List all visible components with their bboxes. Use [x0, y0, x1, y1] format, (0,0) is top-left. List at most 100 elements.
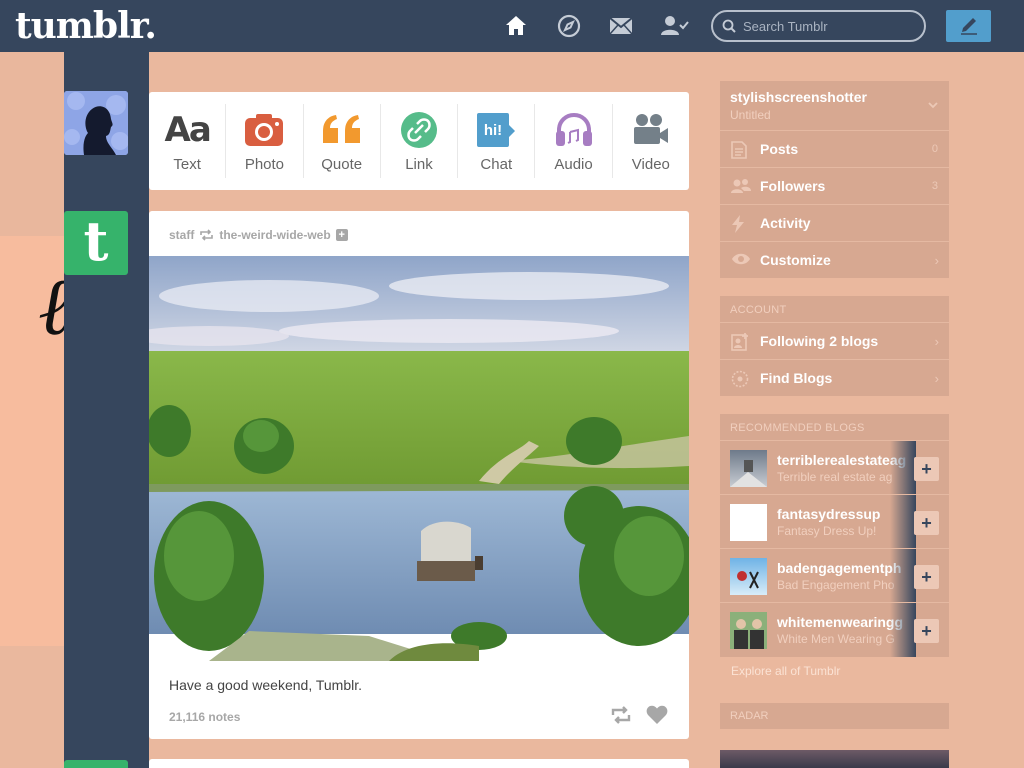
sidebar-item-followers[interactable]: Followers 3 — [720, 167, 949, 204]
follow-plus-icon[interactable]: + — [335, 229, 348, 241]
compose-button[interactable] — [946, 10, 991, 42]
sidebar-item-label: Activity — [760, 215, 811, 231]
chat-icon: hi! — [458, 108, 534, 152]
account-icon[interactable] — [660, 13, 689, 39]
chevron-right-icon: › — [934, 371, 939, 386]
eye-icon — [731, 252, 751, 271]
post-type-chat[interactable]: hi! Chat — [458, 104, 536, 178]
follow-button[interactable]: + — [914, 511, 939, 535]
account-heading: ACCOUNT — [730, 304, 787, 316]
recommended-blog-row[interactable]: whitemenwearingg White Men Wearing G + — [720, 602, 949, 657]
radar-heading: RADAR — [720, 703, 949, 729]
post-type-video[interactable]: Video — [613, 104, 689, 178]
search-icon — [722, 19, 736, 38]
sidebar-item-label: Followers — [760, 178, 826, 194]
search-input[interactable] — [743, 17, 913, 35]
follow-button[interactable]: + — [914, 619, 939, 643]
radar-image[interactable] — [720, 750, 949, 768]
inbox-icon[interactable] — [608, 13, 634, 39]
sidebar-item-find-blogs[interactable]: Find Blogs › — [720, 359, 949, 396]
new-post-form: Aa Text Photo Quote Link hi! Chat Audio — [149, 92, 689, 190]
chevron-right-icon: › — [934, 334, 939, 349]
following-icon — [731, 333, 749, 356]
chevron-right-icon: › — [934, 253, 939, 268]
sidebar-item-count: 3 — [931, 180, 938, 192]
sidebar-item-label: Find Blogs — [760, 370, 833, 386]
post-type-label: Photo — [244, 156, 285, 173]
staff-avatar[interactable]: t — [64, 211, 128, 275]
blog-title: Untitled — [730, 108, 771, 122]
post-type-label: Quote — [321, 156, 363, 173]
row-fade — [890, 549, 916, 603]
post-photo[interactable] — [149, 256, 689, 661]
post-notes-count[interactable]: 21,116 notes — [169, 710, 240, 724]
recommended-blogs: RECOMMENDED BLOGS terriblerealestateag T… — [720, 414, 949, 657]
background-panel — [0, 52, 64, 236]
tumblr-logo[interactable]: tumblr. — [15, 4, 157, 48]
recommended-blog-row[interactable]: badengagementph Bad Engagement Pho + — [720, 548, 949, 603]
link-icon — [381, 108, 457, 152]
chevron-down-icon — [928, 96, 938, 114]
sidebar-item-label: Following 2 blogs — [760, 333, 879, 349]
lightning-icon — [731, 215, 745, 238]
post-type-label: Link — [405, 156, 433, 173]
post-type-label: Chat — [480, 156, 513, 173]
sidebar-item-label: Posts — [760, 141, 799, 157]
blog-name: stylishscreenshotter — [730, 89, 867, 105]
followers-icon — [731, 178, 751, 199]
post-type-label: Audio — [554, 156, 593, 173]
follow-button[interactable]: + — [914, 565, 939, 589]
find-blogs-icon — [731, 370, 749, 393]
post-caption: Have a good weekend, Tumblr. — [169, 677, 363, 693]
sidebar-item-following[interactable]: Following 2 blogs › — [720, 322, 949, 359]
reblog-button[interactable] — [610, 706, 632, 729]
post-type-audio[interactable]: Audio — [535, 104, 613, 178]
post-type-photo[interactable]: Photo — [226, 104, 304, 178]
reblogged-from-link[interactable]: the-weird-wide-web — [219, 228, 330, 242]
compose-icon — [961, 18, 977, 35]
post-type-label: Video — [631, 156, 670, 173]
account-menu: ACCOUNT Following 2 blogs › Find Blogs › — [720, 296, 949, 396]
recommended-blog-row[interactable]: fantasydressup Fantasy Dress Up! + — [720, 494, 949, 549]
quote-icon — [304, 108, 380, 152]
search-box[interactable] — [711, 10, 926, 42]
post-header: staff the-weird-wide-web + — [169, 228, 348, 242]
follow-button[interactable]: + — [914, 457, 939, 481]
posts-icon — [731, 141, 747, 164]
top-navigation-bar: tumblr. — [0, 0, 1024, 52]
post-type-label: Text — [173, 156, 201, 173]
row-fade — [890, 495, 916, 549]
post-author-link[interactable]: staff — [169, 228, 194, 242]
sidebar-item-count: 0 — [931, 143, 938, 155]
blog-avatar[interactable] — [730, 558, 767, 595]
svg-text:hi!: hi! — [484, 122, 502, 139]
row-fade — [890, 441, 916, 495]
next-post — [149, 759, 689, 768]
sidebar-item-activity[interactable]: Activity — [720, 204, 949, 241]
post-type-quote[interactable]: Quote — [304, 104, 381, 178]
blog-menu: stylishscreenshotter Untitled Posts 0 Fo… — [720, 81, 949, 278]
sidebar-item-posts[interactable]: Posts 0 — [720, 130, 949, 167]
post-type-link[interactable]: Link — [381, 104, 459, 178]
home-icon[interactable] — [503, 13, 529, 39]
blog-switcher[interactable]: stylishscreenshotter Untitled — [720, 81, 949, 129]
explore-icon[interactable] — [556, 13, 582, 39]
text-icon: Aa — [164, 110, 212, 150]
recommended-blog-row[interactable]: terriblerealestateag Terrible real estat… — [720, 440, 949, 495]
next-post-avatar[interactable] — [64, 760, 128, 768]
headphones-icon — [535, 108, 611, 152]
tumblr-t-logo: t — [83, 211, 109, 273]
blog-avatar[interactable] — [730, 450, 767, 487]
sidebar-item-label: Customize — [760, 252, 831, 268]
dashboard-post: staff the-weird-wide-web + Have a good w… — [149, 211, 689, 739]
camera-icon — [226, 108, 302, 152]
video-camera-icon — [613, 108, 689, 152]
blog-avatar[interactable] — [730, 504, 767, 541]
like-button[interactable] — [646, 705, 668, 730]
explore-all-link[interactable]: Explore all of Tumblr — [731, 664, 840, 678]
user-avatar[interactable] — [64, 91, 128, 155]
post-type-text[interactable]: Aa Text — [149, 104, 227, 178]
dashboard-column — [64, 52, 149, 768]
blog-avatar[interactable] — [730, 612, 767, 649]
sidebar-item-customize[interactable]: Customize › — [720, 241, 949, 278]
